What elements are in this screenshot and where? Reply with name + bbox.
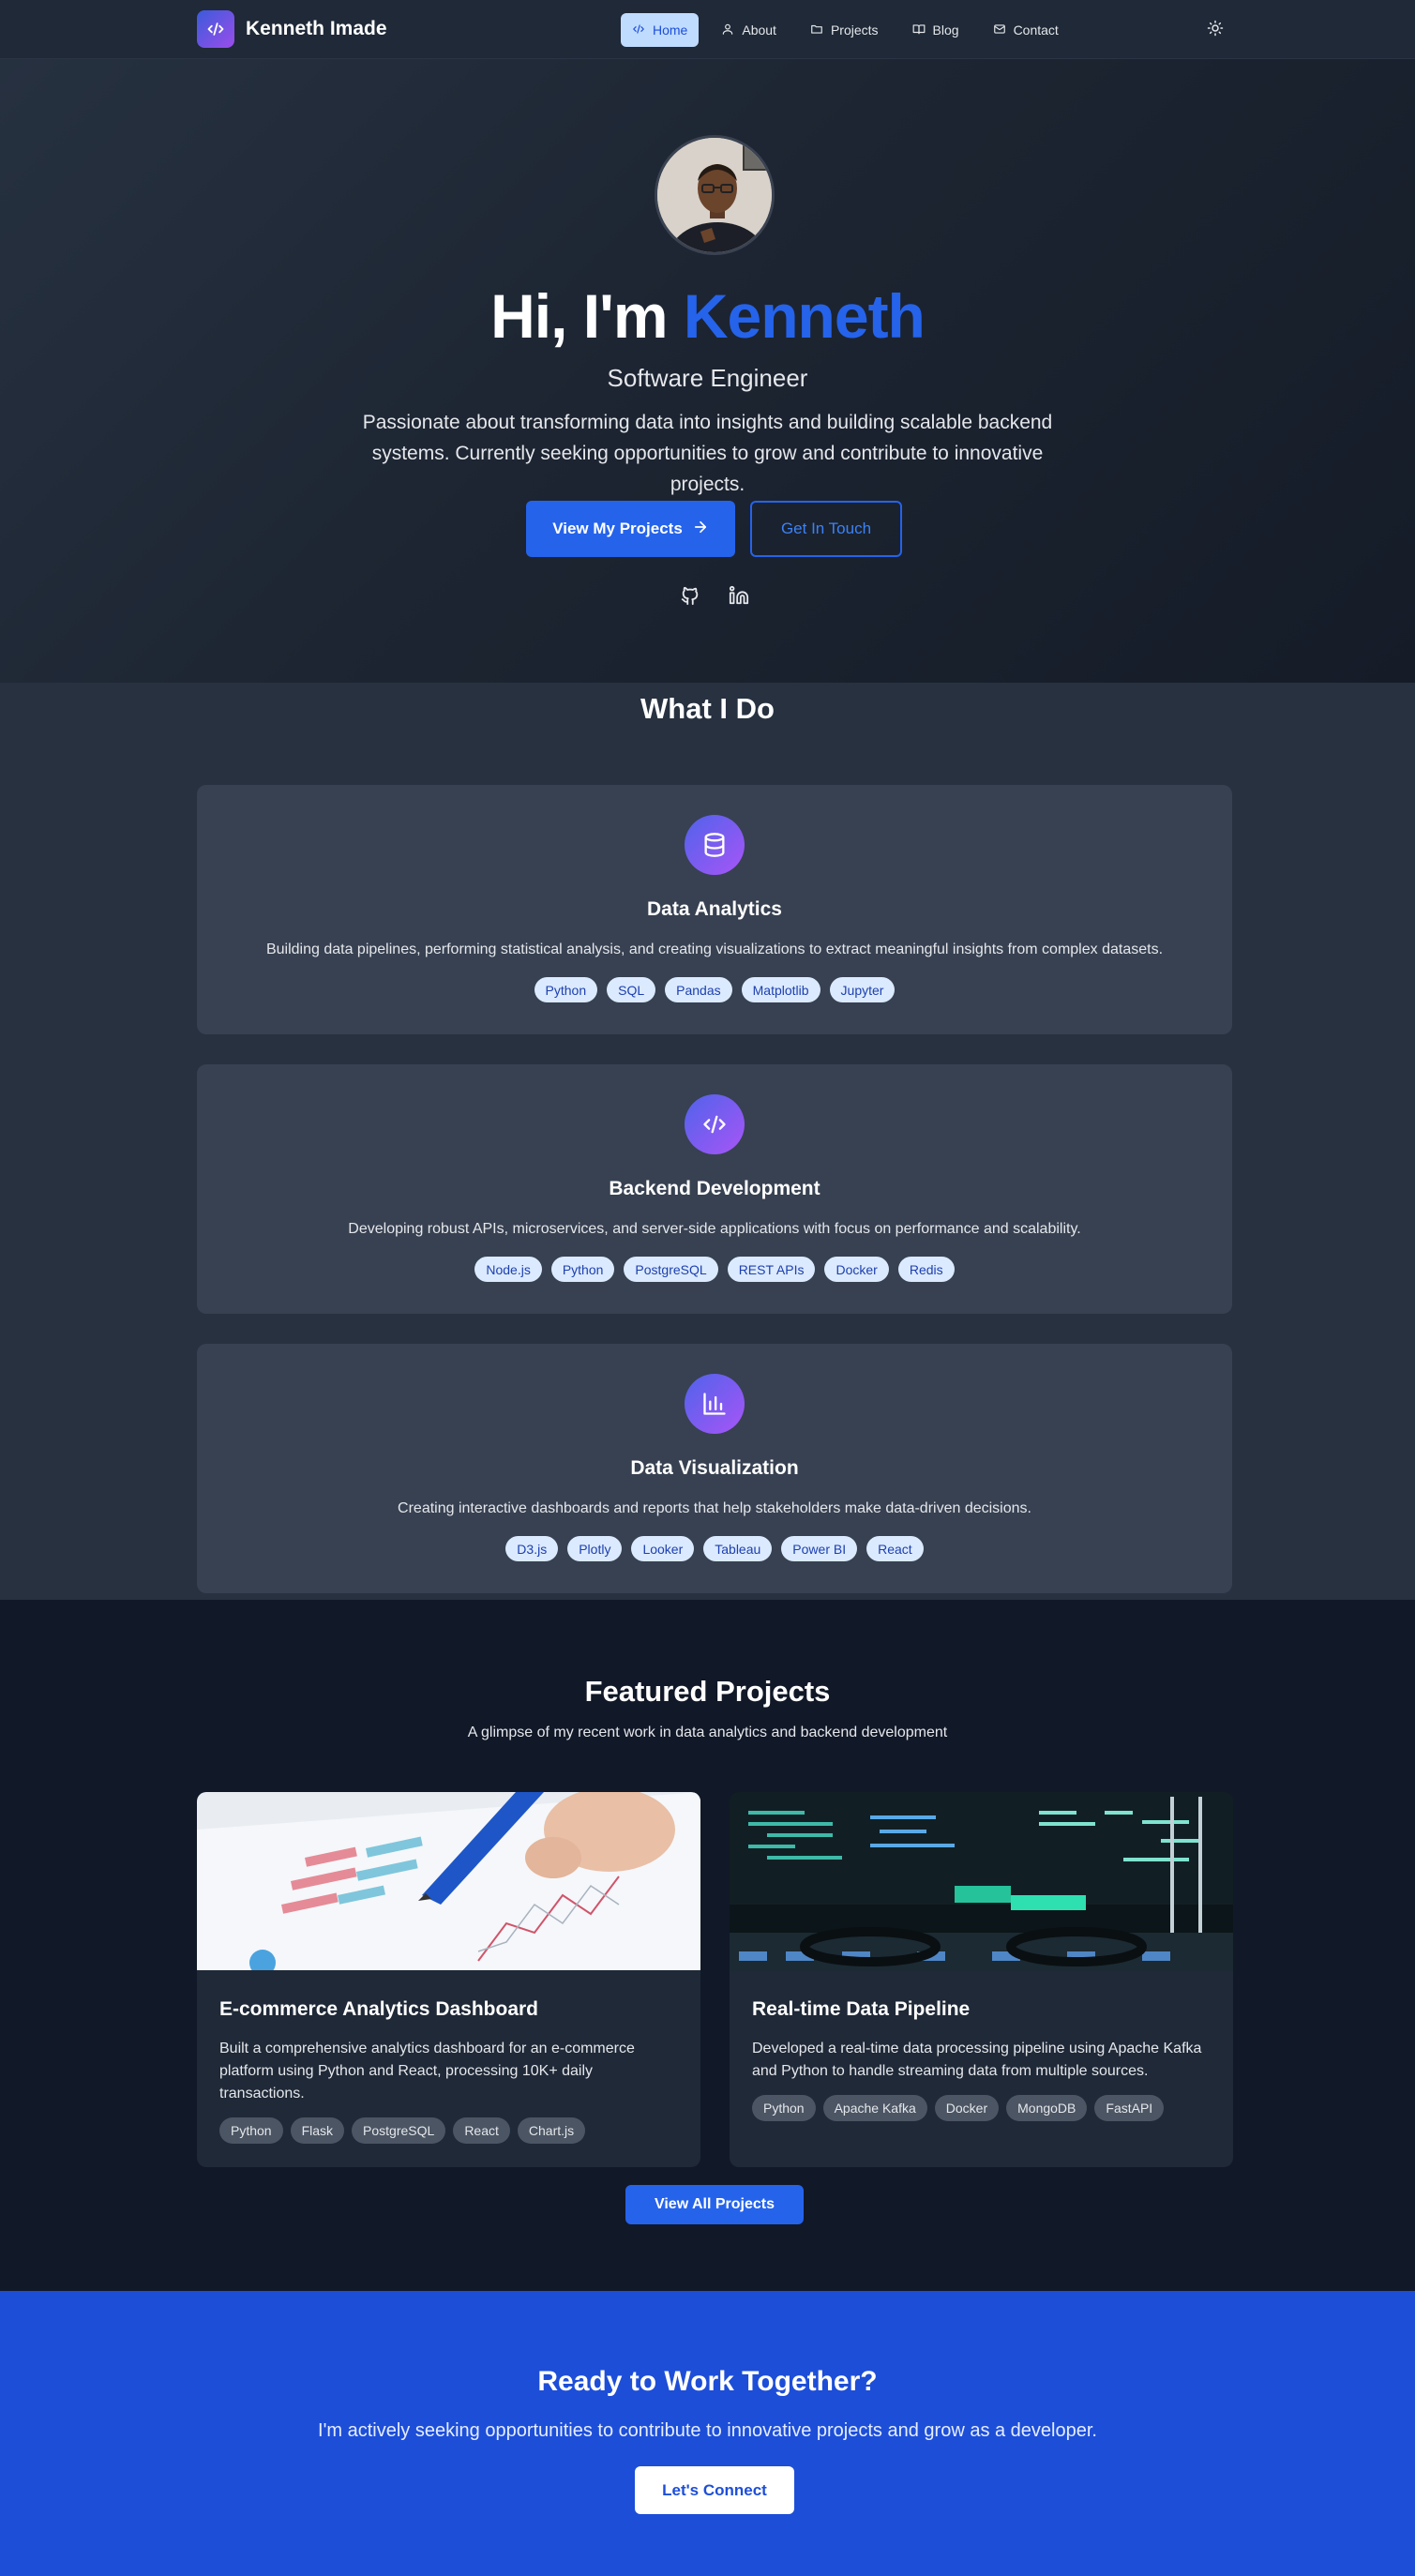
folder-icon [810, 23, 823, 38]
nav-item-contact[interactable]: Contact [982, 13, 1070, 47]
services-title: What I Do [640, 692, 775, 725]
skill-tag: PostgreSQL [624, 1257, 718, 1282]
project-tags: Python Apache Kafka Docker MongoDB FastA… [752, 2095, 1165, 2121]
sun-icon [1207, 20, 1224, 41]
user-icon [721, 23, 734, 38]
nav-item-label: Contact [1013, 23, 1059, 38]
tech-tag: Flask [290, 2117, 345, 2144]
nav-item-projects[interactable]: Projects [799, 13, 890, 47]
brand[interactable]: Kenneth Imade [197, 10, 387, 48]
get-in-touch-button[interactable]: Get In Touch [750, 501, 902, 557]
service-tags: D3.js Plotly Looker Tableau Power BI Rea… [197, 1536, 1232, 1561]
service-card-backend-development: Backend Development Developing robust AP… [197, 1064, 1232, 1314]
arrow-right-icon [692, 519, 709, 540]
skill-tag: Pandas [665, 977, 732, 1002]
project-image-analytics [197, 1792, 700, 1970]
service-card-data-visualization: Data Visualization Creating interactive … [197, 1344, 1232, 1593]
project-card-pipeline[interactable]: Real-time Data Pipeline Developed a real… [730, 1792, 1233, 2167]
hero-role: Software Engineer [607, 364, 808, 392]
hero-greeting: Hi, I'm [490, 281, 684, 351]
linkedin-icon[interactable] [728, 584, 750, 607]
view-projects-button[interactable]: View My Projects [526, 501, 735, 557]
service-title: Data Visualization [630, 1457, 799, 1479]
tech-tag: Docker [934, 2095, 1000, 2121]
skill-tag: React [866, 1536, 924, 1561]
code-icon [632, 23, 645, 38]
top-navbar: Kenneth Imade Home About Projects Blog C… [0, 0, 1415, 59]
project-description: Built a comprehensive analytics dashboar… [219, 2041, 635, 2101]
view-projects-label: View My Projects [552, 520, 683, 537]
nav-links: Home About Projects Blog Contact [621, 13, 1070, 47]
skill-tag: Matplotlib [741, 977, 820, 1002]
skill-tag: Looker [631, 1536, 695, 1561]
nav-item-home[interactable]: Home [621, 13, 700, 47]
skill-tag: D3.js [505, 1536, 559, 1561]
skill-tag: Redis [897, 1257, 955, 1282]
skill-tag: Jupyter [829, 977, 896, 1002]
book-icon [912, 23, 926, 38]
project-card-ecommerce[interactable]: E-commerce Analytics Dashboard Built a c… [197, 1792, 700, 2167]
social-links [679, 584, 750, 607]
projects-subtitle: A glimpse of my recent work in data anal… [467, 1725, 948, 1740]
projects-title: Featured Projects [584, 1675, 831, 1708]
code-logo-icon [197, 10, 234, 48]
project-description: Developed a real-time data processing pi… [752, 2041, 1202, 2079]
service-card-data-analytics: Data Analytics Building data pipelines, … [197, 785, 1232, 1034]
nav-item-label: Projects [830, 23, 879, 38]
project-tags: Python Flask PostgreSQL React Chart.js [219, 2117, 586, 2144]
nav-item-label: Blog [932, 23, 959, 38]
hero-title: Hi, I'm Kenneth [0, 280, 1415, 352]
nav-item-label: Home [653, 23, 688, 38]
hero-section: Hi, I'm Kenneth Software Engineer Passio… [0, 59, 1415, 683]
project-title: Real-time Data Pipeline [752, 1998, 971, 2020]
skill-tag: Docker [824, 1257, 889, 1282]
view-all-projects-button[interactable]: View All Projects [625, 2185, 804, 2224]
projects-section: Featured Projects A glimpse of my recent… [0, 1600, 1415, 2291]
tech-tag: Python [752, 2095, 816, 2121]
tech-tag: Chart.js [517, 2117, 586, 2144]
service-tags: Python SQL Pandas Matplotlib Jupyter [197, 977, 1232, 1002]
cta-section: Ready to Work Together? I'm actively see… [0, 2291, 1415, 2576]
service-description: Developing robust APIs, microservices, a… [348, 1221, 1081, 1237]
tech-tag: React [453, 2117, 510, 2144]
brand-name: Kenneth Imade [246, 18, 387, 39]
skill-tag: Power BI [781, 1536, 858, 1561]
cta-title: Ready to Work Together? [537, 2366, 878, 2397]
tech-tag: PostgreSQL [352, 2117, 446, 2144]
service-title: Backend Development [609, 1178, 820, 1199]
lets-connect-button[interactable]: Let's Connect [635, 2466, 794, 2514]
nav-item-about[interactable]: About [710, 13, 788, 47]
service-tags: Node.js Python PostgreSQL REST APIs Dock… [197, 1257, 1232, 1282]
skill-tag: Python [550, 1257, 615, 1282]
service-title: Data Analytics [647, 898, 782, 920]
database-icon [685, 815, 745, 875]
github-icon[interactable] [679, 584, 701, 607]
services-section: What I Do Data Analytics Building data p… [0, 683, 1415, 1600]
skill-tag: SQL [607, 977, 656, 1002]
tech-tag: FastAPI [1094, 2095, 1165, 2121]
service-description: Creating interactive dashboards and repo… [398, 1500, 1031, 1516]
tech-tag: Apache Kafka [822, 2095, 927, 2121]
service-description: Building data pipelines, performing stat… [265, 942, 1164, 957]
skill-tag: Tableau [703, 1536, 773, 1561]
mail-icon [993, 23, 1006, 38]
skill-tag: Python [534, 977, 598, 1002]
project-title: E-commerce Analytics Dashboard [219, 1998, 539, 2020]
project-image-code [730, 1792, 1233, 1970]
nav-item-blog[interactable]: Blog [901, 13, 971, 47]
theme-toggle-button[interactable] [1202, 17, 1228, 43]
avatar [655, 135, 775, 255]
code-icon [685, 1094, 745, 1154]
skill-tag: REST APIs [727, 1257, 816, 1282]
skill-tag: Plotly [567, 1536, 623, 1561]
nav-item-label: About [742, 23, 776, 38]
cta-subtitle: I'm actively seeking opportunities to co… [318, 2420, 1097, 2441]
bar-chart-icon [685, 1374, 745, 1434]
hero-description: Passionate about transforming data into … [362, 412, 1053, 495]
hero-name: Kenneth [683, 281, 926, 351]
tech-tag: Python [219, 2117, 283, 2144]
tech-tag: MongoDB [1006, 2095, 1088, 2121]
skill-tag: Node.js [474, 1257, 542, 1282]
